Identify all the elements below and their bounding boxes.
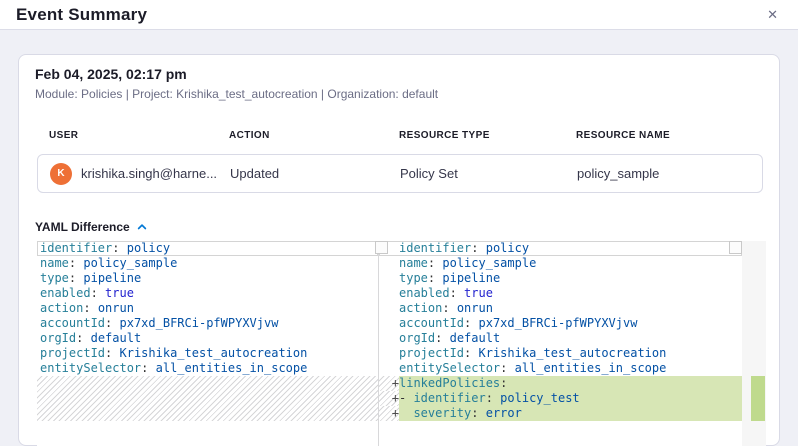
yaml-line: identifier: policy	[379, 241, 742, 256]
avatar: K	[50, 163, 72, 185]
resource-name-value: policy_sample	[577, 166, 750, 181]
col-action: ACTION	[229, 130, 399, 141]
yaml-line: enabled: true	[379, 286, 742, 301]
yaml-line: action: onrun	[37, 301, 378, 316]
diff-added-marker	[751, 376, 765, 421]
yaml-line: identifier: policy	[37, 241, 378, 256]
yaml-difference-label: YAML Difference	[35, 220, 130, 234]
diff-overview-ruler[interactable]	[742, 241, 766, 446]
yaml-line: entitySelector: all_entities_in_scope	[37, 361, 378, 376]
diff-right-scrollbar[interactable]	[729, 241, 742, 254]
yaml-difference-header: YAML Difference	[35, 220, 763, 234]
modal-body: Feb 04, 2025, 02:17 pm Module: Policies …	[0, 30, 798, 446]
yaml-line: projectId: Krishika_test_autocreation	[379, 346, 742, 361]
yaml-line: enabled: true	[37, 286, 378, 301]
table-header: USER ACTION RESOURCE TYPE RESOURCE NAME	[37, 130, 763, 141]
user-email: krishika.singh@harne...	[81, 166, 217, 181]
event-date: Feb 04, 2025, 02:17 pm	[35, 66, 763, 84]
col-resource-type: RESOURCE TYPE	[399, 130, 576, 141]
yaml-line: accountId: px7xd_BFRCi-pfWPYXVjvw	[379, 316, 742, 331]
plus-marker: +	[379, 376, 399, 391]
action-value: Updated	[230, 166, 400, 181]
modal-header: Event Summary ✕	[0, 0, 798, 30]
user-cell: K krishika.singh@harne...	[50, 163, 230, 185]
diff-left-pane[interactable]: identifier: policyname: policy_sampletyp…	[37, 241, 378, 446]
table-row: K krishika.singh@harne... Updated Policy…	[37, 154, 763, 193]
event-meta: Module: Policies | Project: Krishika_tes…	[35, 87, 763, 102]
hatch-placeholder	[37, 376, 378, 421]
yaml-line: accountId: px7xd_BFRCi-pfWPYXVjvw	[37, 316, 378, 331]
resource-type-value: Policy Set	[400, 166, 577, 181]
chevron-up-icon[interactable]	[136, 221, 148, 233]
yaml-added-line: + severity: error	[379, 406, 742, 421]
event-card: Feb 04, 2025, 02:17 pm Module: Policies …	[18, 54, 780, 446]
yaml-added-line: +linkedPolicies:	[379, 376, 742, 391]
plus-marker: +	[379, 391, 399, 406]
close-icon[interactable]: ✕	[763, 6, 782, 23]
yaml-line: name: policy_sample	[37, 256, 378, 271]
yaml-line: orgId: default	[379, 331, 742, 346]
yaml-line: type: pipeline	[379, 271, 742, 286]
page-title: Event Summary	[16, 5, 147, 25]
yaml-line: projectId: Krishika_test_autocreation	[37, 346, 378, 361]
yaml-line: type: pipeline	[37, 271, 378, 286]
yaml-line: action: onrun	[379, 301, 742, 316]
yaml-added-line: +- identifier: policy_test	[379, 391, 742, 406]
diff-left-scrollbar[interactable]	[375, 241, 388, 254]
yaml-line: orgId: default	[37, 331, 378, 346]
yaml-diff-editor: identifier: policyname: policy_sampletyp…	[37, 241, 766, 446]
col-resource-name: RESOURCE NAME	[576, 130, 751, 141]
yaml-line: entitySelector: all_entities_in_scope	[379, 361, 742, 376]
col-user: USER	[49, 130, 229, 141]
plus-marker: +	[379, 406, 399, 421]
diff-right-pane[interactable]: identifier: policyname: policy_sampletyp…	[379, 241, 742, 446]
yaml-line: name: policy_sample	[379, 256, 742, 271]
